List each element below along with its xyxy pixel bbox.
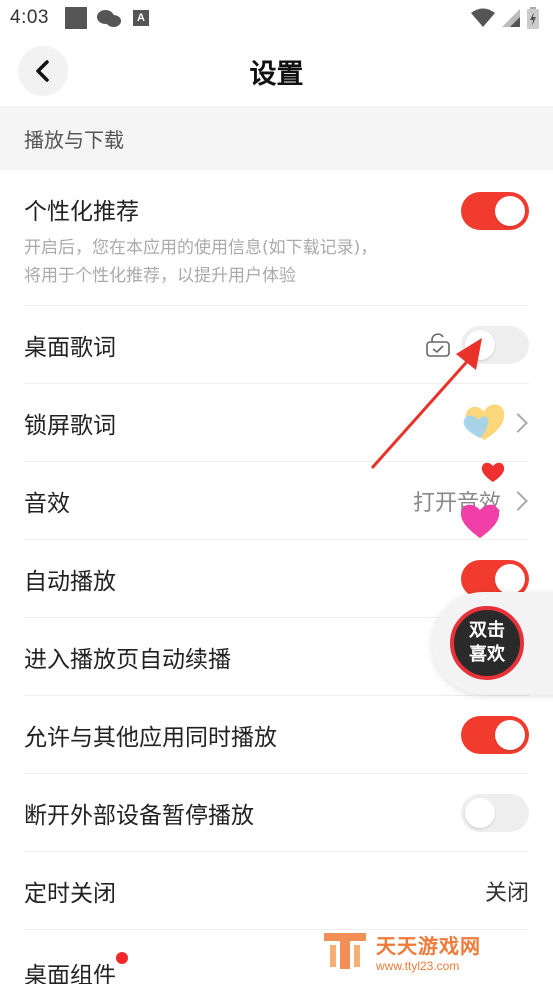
a-notification-icon: A bbox=[132, 10, 149, 26]
watermark-sub: www.ttyl23.com bbox=[376, 958, 460, 973]
settings-row-timer-off[interactable]: 定时关闭 关闭 bbox=[24, 852, 529, 930]
settings-row-disconnect-pause: 断开外部设备暂停播放 bbox=[24, 774, 529, 852]
watermark-main: 天天游戏网 bbox=[376, 933, 481, 958]
personalized-label: 个性化推荐 bbox=[24, 199, 139, 225]
disconnect-pause-label: 断开外部设备暂停播放 bbox=[24, 802, 254, 829]
double-tap-like-avatar[interactable]: 双击 喜欢 bbox=[450, 606, 524, 680]
chevron-left-icon bbox=[36, 60, 49, 82]
watermark: 天天游戏网 www.ttyl23.com bbox=[322, 928, 542, 974]
status-icons-right bbox=[471, 7, 539, 29]
desktop-widget-label: 桌面组件 bbox=[24, 963, 116, 984]
personalized-toggle[interactable] bbox=[461, 192, 529, 230]
lockscreen-lyrics-label: 锁屏歌词 bbox=[24, 412, 116, 439]
battery-icon bbox=[527, 7, 539, 29]
watermark-logo-icon bbox=[324, 933, 366, 969]
back-button[interactable] bbox=[18, 46, 68, 96]
sound-effect-label: 音效 bbox=[24, 490, 70, 517]
chevron-right-icon bbox=[508, 490, 528, 511]
timer-off-value: 关闭 bbox=[484, 880, 529, 906]
status-time: 4:03 bbox=[10, 7, 49, 28]
desktop-lyrics-label: 桌面歌词 bbox=[24, 334, 116, 361]
double-tap-like-button[interactable]: 双击 喜欢 bbox=[432, 592, 553, 694]
personalized-desc-line2: 将用于个性化推荐，以提升用户体验 bbox=[24, 266, 296, 286]
enter-play-page-label: 进入播放页自动续播 bbox=[24, 646, 231, 673]
timer-off-label: 定时关闭 bbox=[24, 880, 116, 907]
square-notification-icon bbox=[64, 7, 87, 29]
personalized-description: 开启后，您在本应用的使用信息(如下载记录)， 将用于个性化推荐，以提升用户体验 bbox=[24, 234, 461, 290]
new-badge-dot bbox=[116, 952, 128, 964]
page-title: 设置 bbox=[249, 58, 304, 90]
annotation-arrow bbox=[370, 338, 482, 469]
personalized-desc-line1: 开启后，您在本应用的使用信息(如下载记录)， bbox=[24, 238, 378, 258]
double-tap-like-line1: 双击 bbox=[469, 620, 505, 641]
wechat-icon bbox=[96, 8, 123, 28]
status-bar: 4:03 A bbox=[0, 0, 553, 36]
settings-row-personalized: 个性化推荐 开启后，您在本应用的使用信息(如下载记录)， 将用于个性化推荐，以提… bbox=[24, 170, 529, 306]
chevron-right-icon bbox=[508, 412, 528, 433]
settings-row-allow-simultaneous: 允许与其他应用同时播放 bbox=[24, 696, 529, 774]
status-icons-left: A bbox=[64, 7, 149, 29]
double-tap-like-line2: 喜欢 bbox=[469, 644, 505, 665]
signal-icon bbox=[502, 9, 520, 27]
allow-simultaneous-toggle[interactable] bbox=[461, 715, 529, 754]
watermark-text: 天天游戏网 www.ttyl23.com bbox=[376, 930, 481, 973]
allow-simultaneous-label: 允许与其他应用同时播放 bbox=[24, 724, 277, 751]
header: 设置 bbox=[0, 36, 553, 106]
autoplay-label: 自动播放 bbox=[24, 568, 116, 595]
heart-icon-pink bbox=[460, 504, 500, 538]
disconnect-pause-toggle[interactable] bbox=[461, 793, 529, 832]
section-header: 播放与下载 bbox=[0, 106, 553, 170]
wifi-icon bbox=[471, 8, 495, 27]
